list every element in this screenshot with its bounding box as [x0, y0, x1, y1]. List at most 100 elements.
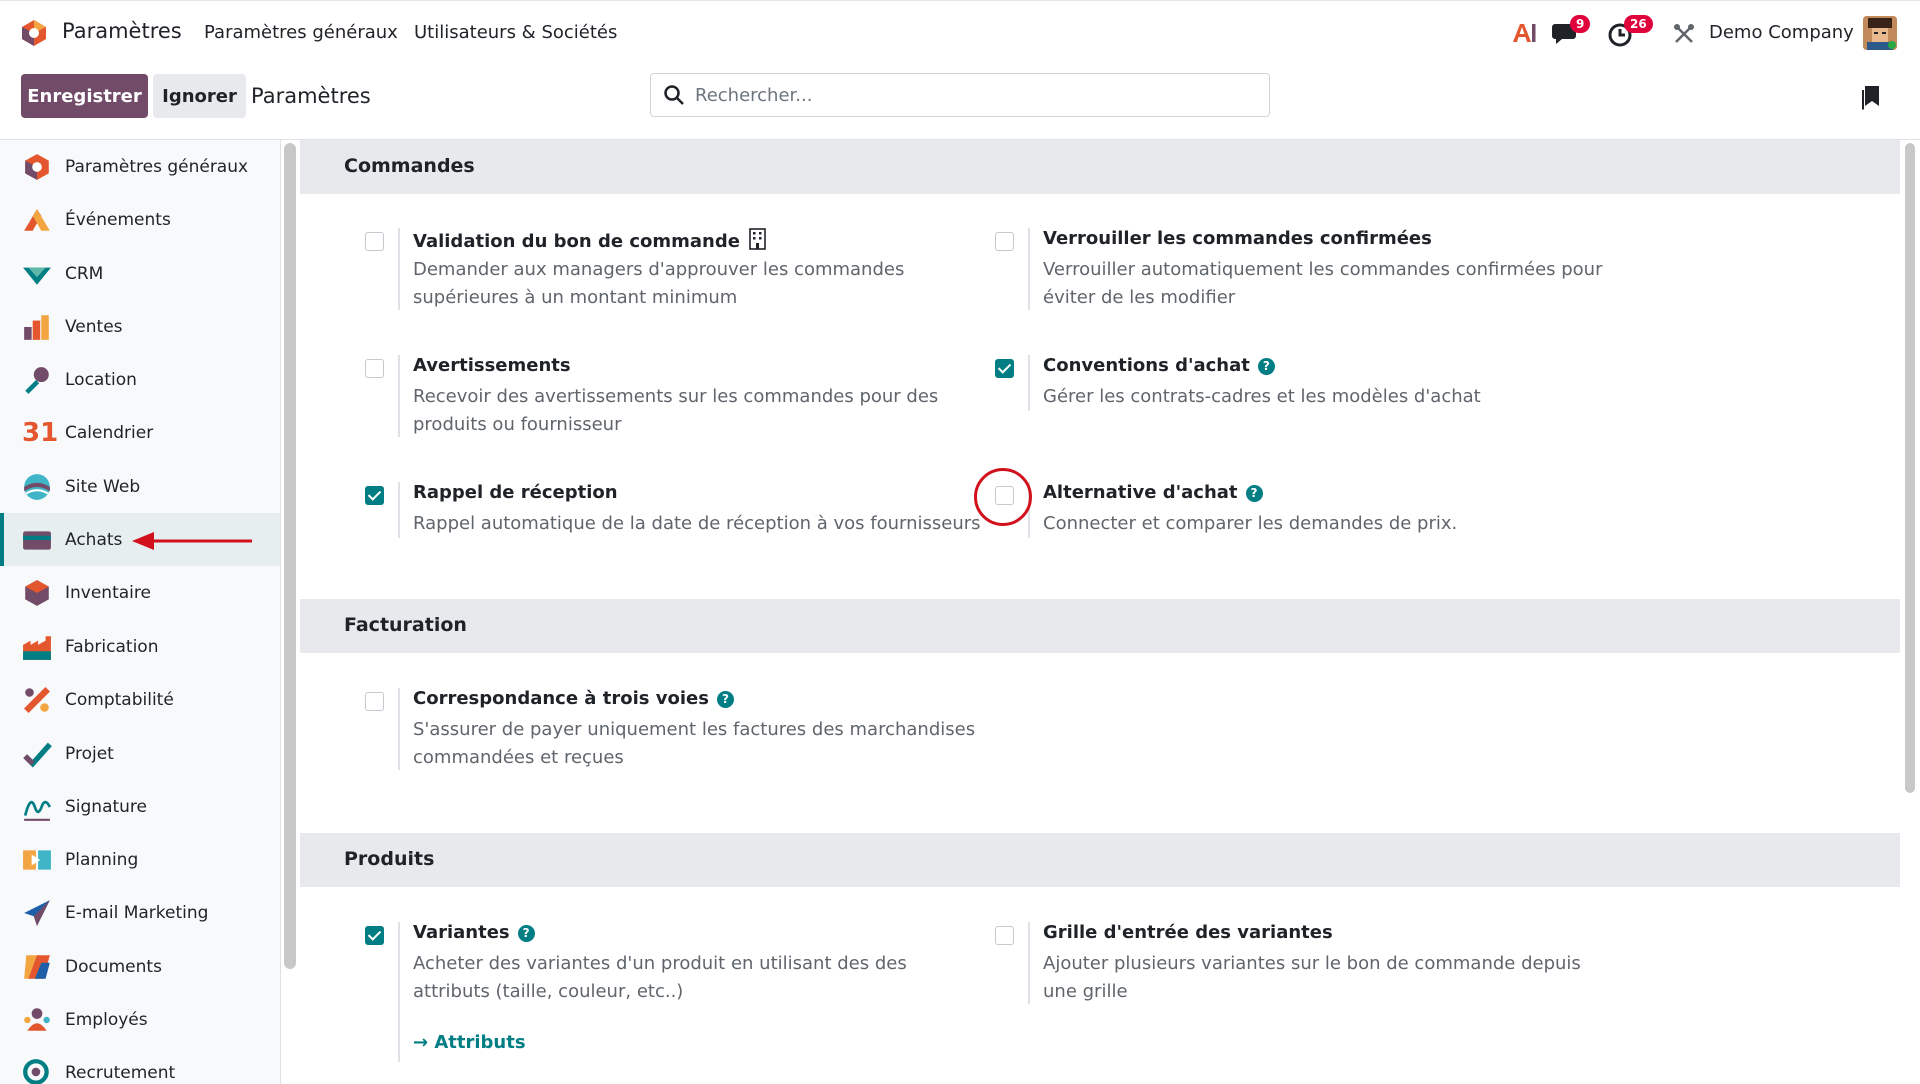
search-icon [664, 85, 684, 105]
setting-divider [398, 228, 400, 310]
control-panel: Enregistrer Ignorer Paramètres [0, 64, 1920, 140]
crm-app-icon [23, 267, 51, 285]
sidebar-item-rental[interactable]: Location [0, 353, 280, 406]
setting-description: Ajouter plusieurs variantes sur le bon d… [1043, 953, 1581, 1002]
sidebar-item-recruitment[interactable]: Recrutement [0, 1046, 280, 1084]
sidebar-item-website[interactable]: Site Web [0, 460, 280, 513]
setting-description: S'assurer de payer uniquement les factur… [413, 719, 976, 768]
sidebar-item-label: Recrutement [65, 1062, 176, 1083]
sidebar-item-events[interactable]: Événements [0, 193, 280, 246]
setting-description: Gérer les contrats-cadres et les modèles… [1043, 386, 1481, 407]
section-header-products: Produits [300, 833, 1900, 887]
content-scrollbar[interactable] [1905, 143, 1915, 793]
avatar-face-icon [1863, 16, 1897, 50]
help-icon[interactable]: ? [1245, 485, 1263, 502]
rental-app-icon [25, 366, 49, 394]
setting-title: Alternative d'achat? [1043, 482, 1263, 503]
setting-title-text: Validation du bon de commande [413, 231, 740, 252]
search-input[interactable] [695, 84, 1255, 106]
sidebar-item-general-settings[interactable]: Paramètres généraux [0, 140, 280, 193]
section-title: Commandes [344, 155, 475, 177]
setting-title: Conventions d'achat? [1043, 355, 1275, 376]
help-icon[interactable]: ? [716, 691, 734, 708]
sidebar-item-label: Documents [65, 956, 162, 977]
setting-divider [398, 922, 400, 1062]
setting-divider [398, 482, 400, 538]
sidebar-item-sales[interactable]: Ventes [0, 300, 280, 353]
settings-content: Commandes Validation du bon de commande … [300, 140, 1900, 1084]
setting-title: Grille d'entrée des variantes [1043, 922, 1333, 943]
events-app-icon [24, 208, 50, 231]
planning-app-icon [23, 849, 51, 870]
manufacturing-app-icon [23, 635, 51, 660]
menu-general-settings[interactable]: Paramètres généraux [204, 22, 398, 43]
recruitment-app-icon [23, 1058, 49, 1084]
setting-divider [1028, 922, 1030, 1004]
setting-divider [1028, 228, 1030, 310]
sales-app-icon [24, 314, 49, 340]
sidebar-item-documents[interactable]: Documents [0, 940, 280, 993]
setting-title: Variantes? [413, 922, 535, 943]
messages-button[interactable]: 9 [1552, 15, 1591, 49]
sidebar-item-label: Fabrication [65, 636, 159, 657]
variants-checkbox[interactable] [365, 926, 384, 945]
sidebar-item-calendar[interactable]: 31 Calendrier [0, 406, 280, 459]
ai-icon[interactable] [1511, 22, 1537, 44]
bookmark-icon[interactable] [1862, 86, 1880, 110]
sidebar-item-label: Planning [65, 849, 139, 870]
help-icon[interactable]: ? [1257, 358, 1275, 375]
setting-title: Verrouiller les commandes confirmées [1043, 228, 1432, 249]
setting-divider [1028, 355, 1030, 411]
section-title: Produits [344, 848, 435, 870]
setting-title-text: Conventions d'achat [1043, 355, 1250, 376]
sidebar-item-email-marketing[interactable]: E-mail Marketing [0, 886, 280, 939]
arrow-right-icon: → [413, 1032, 435, 1053]
app-name[interactable]: Paramètres [62, 19, 182, 43]
search-bar[interactable] [650, 73, 1270, 117]
sidebar-item-accounting[interactable]: Comptabilité [0, 673, 280, 726]
setting-description: Recevoir des avertissements sur les comm… [413, 386, 939, 435]
menu-users-companies[interactable]: Utilisateurs & Sociétés [414, 22, 617, 43]
sidebar-scrollbar[interactable] [284, 143, 296, 969]
po-approval-checkbox[interactable] [365, 232, 384, 251]
section-header-orders: Commandes [300, 140, 1900, 194]
company-switcher[interactable]: Demo Company [1709, 22, 1854, 43]
setting-description: Connecter et comparer les demandes de pr… [1043, 513, 1458, 534]
variant-grid-checkbox[interactable] [995, 926, 1014, 945]
save-button[interactable]: Enregistrer [21, 74, 148, 118]
setting-divider [398, 688, 400, 770]
three-way-matching-checkbox[interactable] [365, 692, 384, 711]
sidebar-item-label: Achats [65, 529, 123, 550]
help-icon[interactable]: ? [517, 925, 535, 942]
sidebar-item-employees[interactable]: Employés [0, 993, 280, 1046]
receipt-reminder-checkbox[interactable] [365, 486, 384, 505]
sidebar-item-inventory[interactable]: Inventaire [0, 566, 280, 619]
sidebar-item-project[interactable]: Projet [0, 727, 280, 780]
attributes-link[interactable]: → Attributs [413, 1032, 526, 1053]
odoo-logo-icon[interactable] [20, 19, 48, 47]
project-app-icon [23, 742, 52, 768]
sidebar-item-label: Inventaire [65, 582, 151, 603]
company-building-icon [749, 228, 766, 250]
sign-app-icon [23, 800, 52, 821]
section-header-billing: Facturation [300, 599, 1900, 653]
sidebar-item-manufacturing[interactable]: Fabrication [0, 620, 280, 673]
setting-title: Correspondance à trois voies? [413, 688, 734, 709]
lock-orders-checkbox[interactable] [995, 232, 1014, 251]
sidebar-item-label: Comptabilité [65, 689, 174, 710]
sidebar-item-label: Location [65, 369, 137, 390]
annotation-arrow-icon [132, 532, 252, 550]
sidebar-item-planning[interactable]: Planning [0, 833, 280, 886]
warnings-checkbox[interactable] [365, 359, 384, 378]
setting-title-text: Correspondance à trois voies [413, 688, 709, 709]
page-title: Paramètres [251, 84, 371, 108]
user-avatar[interactable] [1863, 16, 1897, 50]
setting-title-text: Alternative d'achat [1043, 482, 1238, 503]
sidebar-item-sign[interactable]: Signature [0, 780, 280, 833]
sidebar-item-crm[interactable]: CRM [0, 247, 280, 300]
purchase-agreements-checkbox[interactable] [995, 359, 1014, 378]
activities-button[interactable]: 26 [1608, 15, 1658, 49]
discard-button[interactable]: Ignorer [153, 74, 246, 118]
setting-divider [398, 355, 400, 437]
debug-tools-icon[interactable] [1673, 23, 1695, 45]
